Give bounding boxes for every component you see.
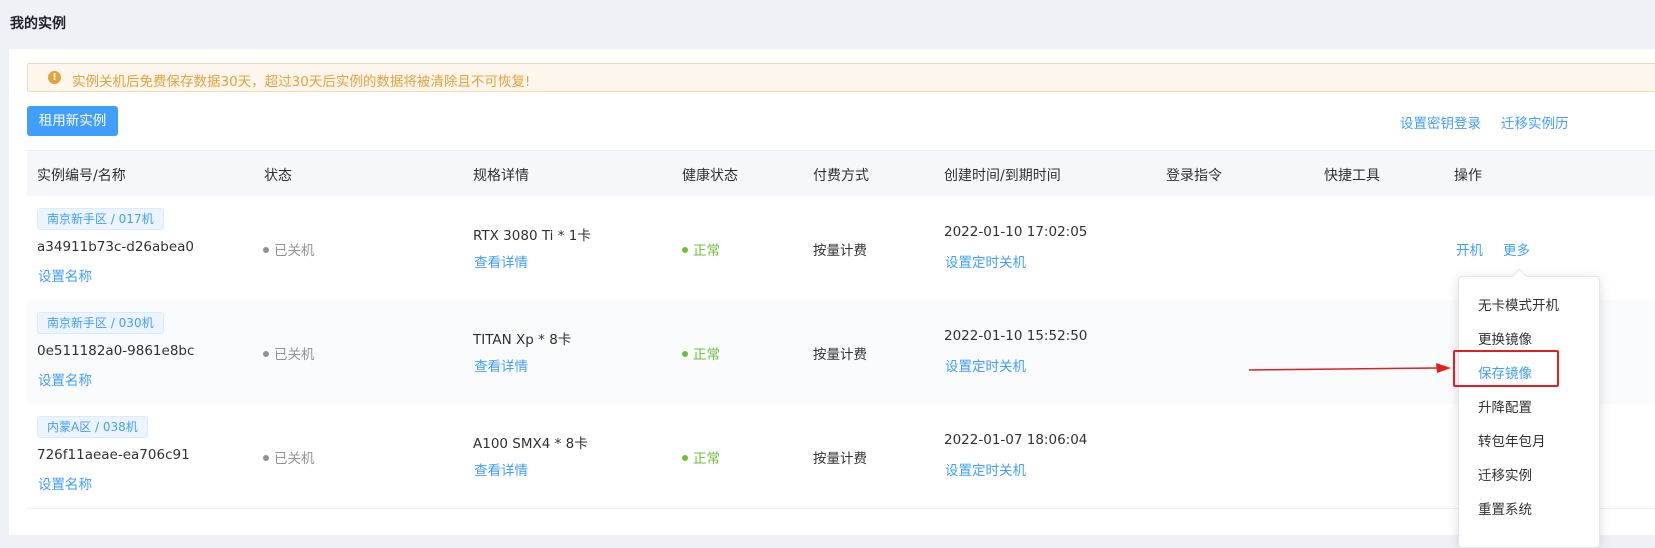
region-tag: 南京新手区 / 017机 xyxy=(37,208,164,230)
spec-text: TITAN Xp * 8卡 xyxy=(473,332,572,348)
table-header: 实例编号/名称 状态 规格详情 健康状态 付费方式 创建时间/到期时间 登录指令… xyxy=(27,150,1655,198)
health-dot-icon xyxy=(682,351,688,357)
set-timer-shutdown-link[interactable]: 设置定时关机 xyxy=(945,355,1026,375)
status-dot-icon xyxy=(263,247,269,253)
header-actions: 操作 xyxy=(1454,168,1482,184)
warning-alert: ! 实例关机后免费保存数据30天，超过30天后实例的数据将被清除且不可恢复! xyxy=(27,63,1655,92)
set-name-link[interactable]: 设置名称 xyxy=(38,473,92,493)
set-timer-shutdown-link[interactable]: 设置定时关机 xyxy=(945,251,1026,271)
rent-new-instance-button[interactable]: 租用新实例 xyxy=(27,106,118,136)
table-row: 南京新手区 / 017机 a34911b73c-d26abea0 设置名称 已关… xyxy=(27,196,1655,301)
health-cell: 正常 xyxy=(682,239,720,259)
set-timer-shutdown-link[interactable]: 设置定时关机 xyxy=(945,459,1026,479)
set-ssh-key-link[interactable]: 设置密钥登录 xyxy=(1400,112,1481,132)
header-instance-id: 实例编号/名称 xyxy=(37,168,126,184)
instance-id: 0e511182a0-9861e8bc xyxy=(37,343,195,359)
alert-text: 实例关机后免费保存数据30天，超过30天后实例的数据将被清除且不可恢复! xyxy=(72,74,531,90)
region-tag: 南京新手区 / 030机 xyxy=(37,312,164,334)
table-row: 南京新手区 / 030机 0e511182a0-9861e8bc 设置名称 已关… xyxy=(27,300,1655,405)
migrate-history-link[interactable]: 迁移实例历 xyxy=(1501,112,1569,132)
annotation-highlight-box xyxy=(1453,350,1559,387)
health-text: 正常 xyxy=(693,243,720,259)
menu-item-reset-system[interactable]: 重置系统 xyxy=(1478,498,1532,518)
menu-item-no-gpu-start[interactable]: 无卡模式开机 xyxy=(1478,294,1559,314)
table-row: 内蒙A区 / 038机 726f11aeae-ea706c91 设置名称 已关机… xyxy=(27,404,1655,509)
header-health: 健康状态 xyxy=(682,168,738,184)
set-name-link[interactable]: 设置名称 xyxy=(38,369,92,389)
menu-item-change-image[interactable]: 更换镜像 xyxy=(1478,328,1532,348)
status-cell: 已关机 xyxy=(263,239,315,259)
spec-text: RTX 3080 Ti * 1卡 xyxy=(473,228,591,244)
status-dot-icon xyxy=(263,455,269,461)
header-login-cmd: 登录指令 xyxy=(1166,168,1222,184)
status-text: 已关机 xyxy=(274,451,315,467)
header-created: 创建时间/到期时间 xyxy=(944,168,1061,184)
health-cell: 正常 xyxy=(682,343,720,363)
health-dot-icon xyxy=(682,247,688,253)
region-tag: 内蒙A区 / 038机 xyxy=(37,416,148,438)
view-detail-link[interactable]: 查看详情 xyxy=(474,459,528,479)
status-cell: 已关机 xyxy=(263,343,315,363)
created-time: 2022-01-10 15:52:50 xyxy=(944,328,1088,344)
status-dot-icon xyxy=(263,351,269,357)
page-title: 我的实例 xyxy=(10,16,66,32)
more-link[interactable]: 更多 xyxy=(1503,239,1530,259)
exclamation-circle-icon: ! xyxy=(48,71,61,84)
status-text: 已关机 xyxy=(274,347,315,363)
view-detail-link[interactable]: 查看详情 xyxy=(474,251,528,271)
menu-item-migrate-instance[interactable]: 迁移实例 xyxy=(1478,464,1532,484)
menu-item-convert-monthly[interactable]: 转包年包月 xyxy=(1478,430,1546,450)
billing-text: 按量计费 xyxy=(813,243,867,259)
health-cell: 正常 xyxy=(682,447,720,467)
instance-id: 726f11aeae-ea706c91 xyxy=(37,447,190,463)
set-name-link[interactable]: 设置名称 xyxy=(38,265,92,285)
created-time: 2022-01-10 17:02:05 xyxy=(944,224,1088,240)
billing-text: 按量计费 xyxy=(813,347,867,363)
health-text: 正常 xyxy=(693,451,720,467)
health-dot-icon xyxy=(682,455,688,461)
status-text: 已关机 xyxy=(274,243,315,259)
content-panel: ! 实例关机后免费保存数据30天，超过30天后实例的数据将被清除且不可恢复! 租… xyxy=(9,49,1655,535)
header-tools: 快捷工具 xyxy=(1324,168,1380,184)
status-cell: 已关机 xyxy=(263,447,315,467)
header-spec: 规格详情 xyxy=(473,168,529,184)
instance-id: a34911b73c-d26abea0 xyxy=(37,239,195,255)
health-text: 正常 xyxy=(693,347,720,363)
menu-item-resize-config[interactable]: 升降配置 xyxy=(1478,396,1532,416)
view-detail-link[interactable]: 查看详情 xyxy=(474,355,528,375)
annotation-arrow-icon xyxy=(1248,363,1451,373)
spec-text: A100 SMX4 * 8卡 xyxy=(473,436,588,452)
more-actions-dropdown: 无卡模式开机 更换镜像 保存镜像 升降配置 转包年包月 迁移实例 重置系统 xyxy=(1458,268,1600,548)
header-status: 状态 xyxy=(264,168,292,184)
header-billing: 付费方式 xyxy=(813,168,869,184)
power-on-link[interactable]: 开机 xyxy=(1456,239,1483,259)
created-time: 2022-01-07 18:06:04 xyxy=(944,432,1088,448)
billing-text: 按量计费 xyxy=(813,451,867,467)
